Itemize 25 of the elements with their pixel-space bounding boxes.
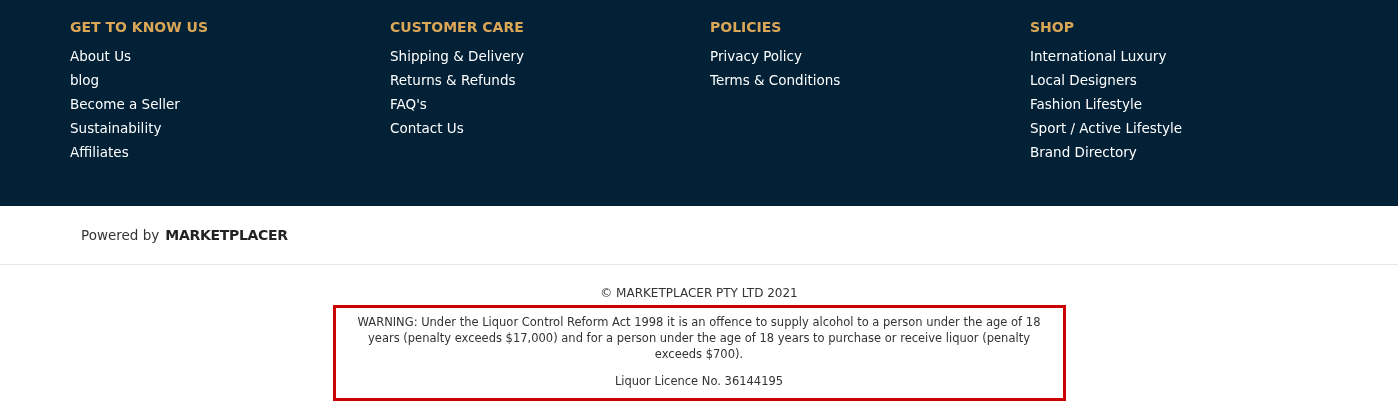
powered-by-label: Powered by xyxy=(81,227,160,243)
warning-text: WARNING: Under the Liquor Control Reform Act 1998 it is an offence to supply alcohol to a person under the age of 18 years (penalty exceeds $17,000) and for a person under the age of 18 years to purchase or receive liquor (penalty exceeds $700). xyxy=(356,314,1042,362)
logo[interactable]: MARKETPLACER xyxy=(165,227,288,243)
footer-link[interactable]: Fashion Lifestyle xyxy=(1030,92,1142,116)
footer-link[interactable]: Sport / Active Lifestyle xyxy=(1030,116,1183,140)
footer-link[interactable]: Returns & Refunds xyxy=(390,68,516,92)
footer-link[interactable]: Shipping & Delivery xyxy=(390,44,525,68)
footer-link[interactable]: Become a Seller xyxy=(70,92,180,116)
column-heading: POLICIES xyxy=(710,18,783,36)
footer-link[interactable]: Contact Us xyxy=(390,116,464,140)
footer-link[interactable]: Affiliates xyxy=(70,140,129,164)
footer-link[interactable]: About Us xyxy=(70,44,132,68)
footer-link[interactable]: Terms & Conditions xyxy=(710,68,841,92)
column-heading: GET TO KNOW US xyxy=(70,18,210,36)
footer-link[interactable]: International Luxury xyxy=(1030,44,1167,68)
copyright-text: © MARKETPLACER PTY LTD 2021 xyxy=(600,285,798,301)
licence-text: Liquor Licence No. 36144195 xyxy=(613,373,785,389)
footer-link[interactable]: Privacy Policy xyxy=(710,44,802,68)
footer-link[interactable]: Local Designers xyxy=(1030,68,1137,92)
footer-link[interactable]: FAQ's xyxy=(390,92,427,116)
footer-link[interactable]: blog xyxy=(70,68,100,92)
footer-link[interactable]: Sustainability xyxy=(70,116,162,140)
column-heading: CUSTOMER CARE xyxy=(390,18,525,36)
footer-link[interactable]: Brand Directory xyxy=(1030,140,1137,164)
column-heading: SHOP xyxy=(1030,18,1075,36)
